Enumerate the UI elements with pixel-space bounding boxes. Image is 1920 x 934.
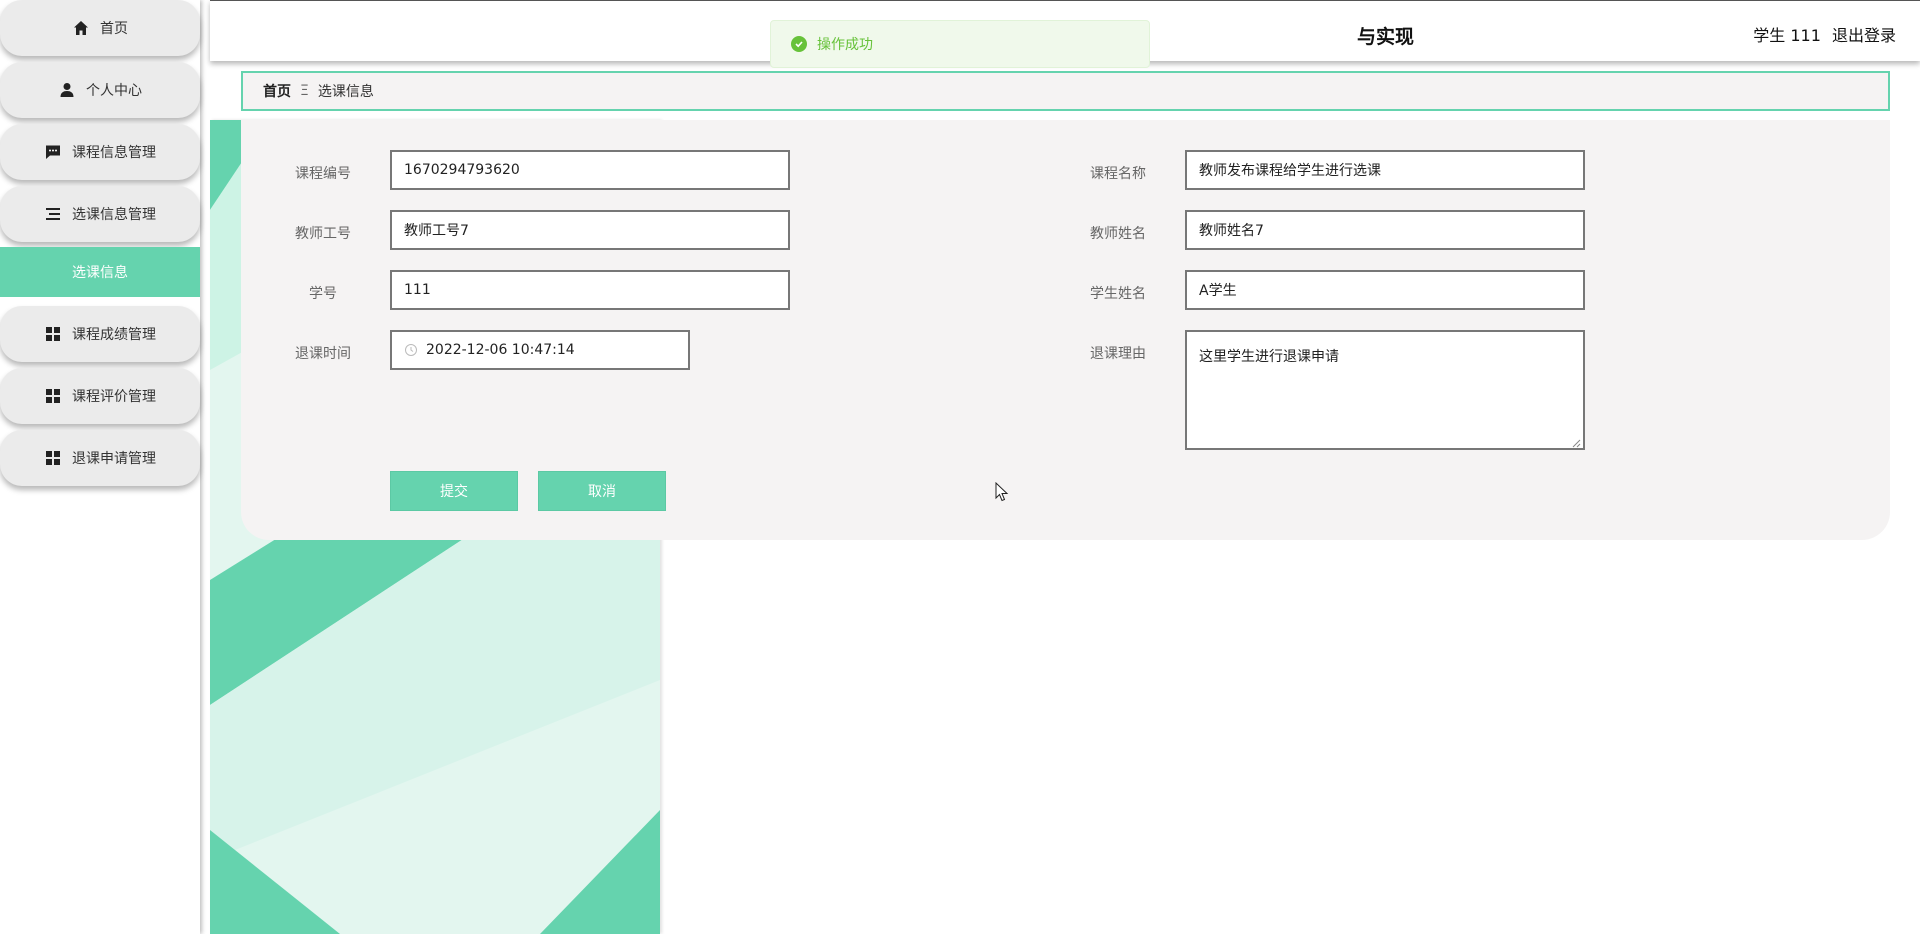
toast-message: 操作成功	[817, 37, 873, 53]
sidebar-item-label: 退课申请管理	[72, 451, 156, 467]
resize-handle-icon[interactable]	[1571, 436, 1581, 448]
drop-time-label: 退课时间	[295, 346, 351, 362]
student-name-field[interactable]: A学生	[1185, 270, 1585, 310]
mouse-cursor-icon	[995, 481, 1009, 506]
sidebar-item-label: 选课信息管理	[72, 207, 156, 223]
sidebar-item-label: 首页	[100, 21, 128, 37]
student-name-value: A学生	[1199, 283, 1237, 299]
drop-reason-label: 退课理由	[1090, 346, 1146, 362]
teacher-name-value: 教师姓名7	[1199, 223, 1264, 239]
sidebar-item-course-info[interactable]: 课程信息管理	[0, 124, 200, 180]
clock-icon	[404, 343, 418, 357]
sidebar-item-drop-request[interactable]: 退课申请管理	[0, 430, 200, 486]
sidebar-item-label: 课程信息管理	[72, 145, 156, 161]
cancel-button-label: 取消	[588, 484, 616, 500]
course-name-field[interactable]: 教师发布课程给学生进行选课	[1185, 150, 1585, 190]
current-user-label: 学生 111	[1753, 26, 1821, 45]
app-title: 与实现	[1357, 26, 1415, 48]
sidebar-item-evaluation[interactable]: 课程评价管理	[0, 368, 200, 424]
chat-icon	[44, 143, 62, 161]
student-no-field[interactable]: 111	[390, 270, 790, 310]
drop-reason-value: 这里学生进行退课申请	[1199, 349, 1339, 365]
submit-button[interactable]: 提交	[390, 471, 518, 511]
sidebar-item-selection[interactable]: 选课信息管理	[0, 186, 200, 242]
drop-time-picker[interactable]: 2022-12-06 10:47:14	[390, 330, 690, 370]
sidebar-item-label: 课程成绩管理	[72, 327, 156, 343]
user-area: 学生 111 退出登录	[1747, 22, 1896, 46]
teacher-name-label: 教师姓名	[1090, 226, 1146, 242]
course-no-field[interactable]: 1670294793620	[390, 150, 790, 190]
cancel-button[interactable]: 取消	[538, 471, 666, 511]
sidebar-item-profile[interactable]: 个人中心	[0, 62, 200, 118]
teacher-no-label: 教师工号	[295, 226, 351, 242]
teacher-no-value: 教师工号7	[404, 223, 469, 239]
success-toast: 操作成功	[770, 20, 1150, 68]
form-card: 课程编号 1670294793620 课程名称 教师发布课程给学生进行选课 教师…	[241, 120, 1890, 540]
student-no-label: 学号	[309, 286, 337, 302]
logout-link[interactable]: 退出登录	[1832, 26, 1896, 45]
sidebar: 首页 个人中心 课程信息管理 选课信息管理 选课信息 课程成绩管理 课程评价管理	[0, 0, 200, 934]
breadcrumb-current: 选课信息	[317, 84, 374, 100]
course-no-value: 1670294793620	[404, 162, 520, 178]
grid-icon	[44, 325, 62, 343]
submit-button-label: 提交	[440, 484, 468, 500]
teacher-name-field[interactable]: 教师姓名7	[1185, 210, 1585, 250]
teacher-no-field[interactable]: 教师工号7	[390, 210, 790, 250]
list-icon	[44, 205, 62, 223]
sidebar-item-label: 个人中心	[86, 83, 142, 99]
course-name-label: 课程名称	[1090, 166, 1146, 182]
student-no-value: 111	[404, 282, 431, 298]
home-icon	[72, 19, 90, 37]
drop-time-value: 2022-12-06 10:47:14	[426, 342, 575, 358]
sidebar-item-label: 课程评价管理	[72, 389, 156, 405]
student-name-label: 学生姓名	[1090, 286, 1146, 302]
breadcrumb-separator: Ξ	[300, 83, 309, 99]
sidebar-item-grades[interactable]: 课程成绩管理	[0, 306, 200, 362]
course-no-label: 课程编号	[295, 166, 351, 182]
grid-icon	[44, 449, 62, 467]
check-circle-icon	[791, 36, 807, 52]
drop-reason-textarea[interactable]: 这里学生进行退课申请	[1185, 330, 1585, 450]
user-icon	[58, 81, 76, 99]
sidebar-subitem-selection-info[interactable]: 选课信息	[0, 247, 200, 297]
breadcrumb-home[interactable]: 首页	[263, 81, 291, 101]
sidebar-item-home[interactable]: 首页	[0, 0, 200, 56]
sidebar-subitem-label: 选课信息	[72, 265, 128, 281]
breadcrumb: 首页 Ξ 选课信息	[241, 71, 1890, 111]
grid-icon	[44, 387, 62, 405]
course-name-value: 教师发布课程给学生进行选课	[1199, 163, 1381, 179]
